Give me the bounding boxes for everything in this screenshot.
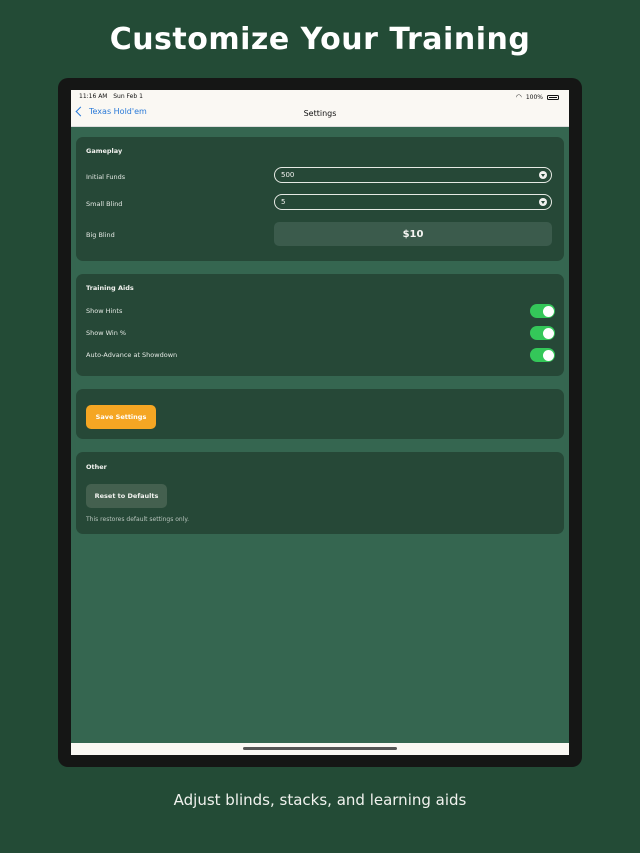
reset-defaults-button[interactable]: Reset to Defaults	[86, 484, 167, 508]
show-win-pct-toggle[interactable]	[530, 326, 555, 340]
small-blind-label: Small Blind	[86, 200, 123, 208]
save-settings-button[interactable]: Save Settings	[86, 405, 156, 429]
big-blind-label: Big Blind	[86, 231, 115, 239]
show-hints-toggle[interactable]	[530, 304, 555, 318]
navigation-bar: Texas Hold'em Settings	[71, 102, 569, 127]
status-bar: 11:16 AM Sun Feb 1 ◠ 100%	[71, 90, 569, 102]
auto-advance-toggle[interactable]	[530, 348, 555, 362]
battery-percent: 100%	[525, 93, 543, 101]
training-aids-section: Training Aids Show Hints Show Win % Auto…	[76, 274, 564, 376]
training-aids-title: Training Aids	[86, 284, 134, 292]
small-blind-field[interactable]: 5	[274, 194, 552, 210]
home-indicator[interactable]	[243, 747, 397, 750]
other-title: Other	[86, 463, 107, 471]
big-blind-value: $10	[274, 222, 552, 246]
gameplay-title: Gameplay	[86, 147, 123, 155]
bottom-bar	[71, 743, 569, 755]
show-win-pct-label: Show Win %	[86, 329, 127, 337]
stepper-icon[interactable]	[539, 171, 547, 179]
reset-note: This restores default settings only.	[86, 516, 189, 523]
initial-funds-label: Initial Funds	[86, 173, 126, 181]
app-screen: 11:16 AM Sun Feb 1 ◠ 100% Texas Hold'em …	[71, 90, 569, 755]
initial-funds-value: 500	[281, 171, 295, 179]
promo-headline: Customize Your Training	[109, 22, 531, 57]
wifi-icon: ◠	[515, 93, 522, 101]
gameplay-section: Gameplay Initial Funds 500 Small Blind 5…	[76, 137, 564, 261]
promo-caption: Adjust blinds, stacks, and learning aids	[173, 791, 467, 809]
auto-advance-label: Auto-Advance at Showdown	[86, 351, 178, 359]
status-date: Sun Feb 1	[113, 93, 143, 100]
stepper-icon[interactable]	[539, 198, 547, 206]
page-title: Settings	[303, 109, 337, 118]
show-hints-label: Show Hints	[86, 307, 123, 315]
other-section: Other Reset to Defaults This restores de…	[76, 452, 564, 534]
save-section: Save Settings	[76, 389, 564, 439]
small-blind-value: 5	[281, 198, 286, 206]
status-time: 11:16 AM	[79, 93, 108, 100]
battery-icon	[547, 94, 559, 100]
initial-funds-field[interactable]: 500	[274, 167, 552, 183]
